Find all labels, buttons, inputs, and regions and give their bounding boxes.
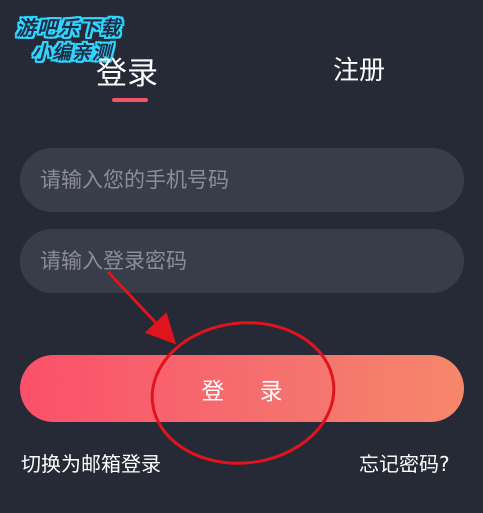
tab-register[interactable]: 注册 [333,50,385,87]
switch-to-email-link[interactable]: 切换为邮箱登录 [21,448,161,477]
tab-login[interactable]: 登录 [96,48,158,93]
phone-input[interactable] [20,148,464,212]
password-input[interactable] [20,229,464,293]
tab-login-indicator [112,98,148,102]
watermark-line-1: 游吧乐下载 [16,16,121,40]
login-button[interactable]: 登 录 [20,355,464,422]
forgot-password-link[interactable]: 忘记密码? [359,448,450,477]
